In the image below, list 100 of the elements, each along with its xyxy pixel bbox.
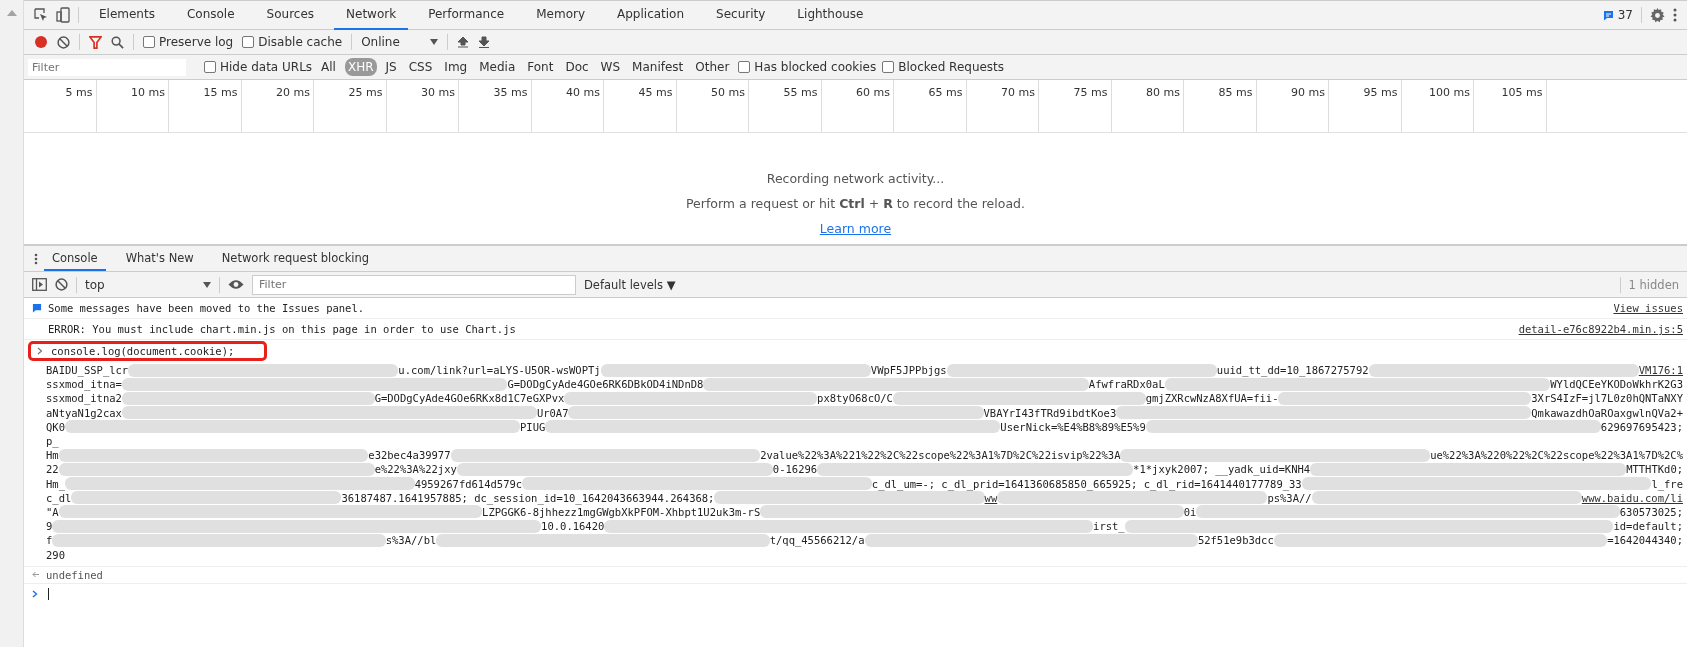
cookie-text: Hm_ bbox=[46, 477, 65, 490]
search-icon[interactable] bbox=[111, 35, 124, 49]
panel-tab[interactable]: Sources bbox=[254, 0, 327, 30]
panel-tab[interactable]: Console bbox=[174, 0, 247, 30]
settings-icon[interactable] bbox=[1650, 7, 1665, 23]
prompt-chevron-icon bbox=[32, 589, 38, 598]
cookie-text: aNtyaN1g2cax bbox=[46, 406, 122, 419]
cookie-text-link[interactable]: ww bbox=[984, 491, 998, 504]
cookie-text: QK0 bbox=[46, 420, 65, 433]
filter-field[interactable]: Filter bbox=[28, 58, 186, 76]
cookie-text: id=default; bbox=[1613, 520, 1683, 533]
checkbox[interactable] bbox=[882, 61, 895, 73]
learn-more-link[interactable]: Learn more bbox=[819, 221, 892, 236]
cookie-text: Ur0A7 bbox=[536, 406, 569, 419]
empty-state-title: Recording network activity... bbox=[766, 171, 945, 186]
more-options-icon[interactable] bbox=[1673, 8, 1677, 22]
more-options-icon[interactable] bbox=[34, 252, 38, 265]
timeline-tick-label: 30 ms bbox=[421, 86, 455, 99]
cookie-text: 22 bbox=[46, 463, 59, 476]
timeline-tick-label: 35 ms bbox=[493, 86, 528, 99]
drawer-tab[interactable]: What's New bbox=[117, 246, 202, 271]
cookie-text: UserNick=%E4%B8%89%E5%9 bbox=[1000, 420, 1146, 433]
timeline-tick-label: 85 ms bbox=[1218, 86, 1253, 99]
cookie-text: uuid_tt_dd=10_1867275792 bbox=[1216, 364, 1369, 377]
drawer-tab[interactable]: Network request blocking bbox=[213, 246, 378, 271]
panel-tab[interactable]: Elements bbox=[87, 0, 167, 30]
cookie-text: "A bbox=[46, 505, 59, 518]
sidebar-toggle-icon[interactable] bbox=[32, 278, 47, 291]
panel-tab[interactable]: Memory bbox=[524, 0, 597, 30]
panel-tab[interactable]: Performance bbox=[416, 0, 517, 30]
dropdown-caret-icon[interactable] bbox=[430, 39, 439, 45]
cookie-text: e32bec4a39977 bbox=[368, 449, 451, 462]
device-toolbar-icon[interactable] bbox=[56, 7, 70, 23]
record-icon[interactable] bbox=[34, 35, 48, 49]
cookie-text: 10.0.16420 bbox=[541, 520, 605, 533]
clear-icon[interactable] bbox=[55, 278, 68, 291]
cookie-text: f bbox=[46, 534, 53, 547]
context-dropdown[interactable]: top bbox=[85, 277, 195, 292]
checkbox[interactable] bbox=[204, 61, 216, 73]
timeline-tick-label: 10 ms bbox=[131, 86, 165, 99]
cookie-text: 2value%22%3A%221%22%2C%22scope%22%3A1%7D%2C%22isvip%22%3A bbox=[760, 449, 1121, 462]
cookie-text: ssxmod_itna2 bbox=[46, 392, 122, 405]
type-filter-button[interactable]: Doc bbox=[562, 58, 592, 76]
issues-count[interactable]: 37 bbox=[1617, 8, 1633, 22]
timeline-tick-label: 50 ms bbox=[711, 86, 745, 99]
panel-tab[interactable]: Security bbox=[704, 0, 778, 30]
cookie-text: Hm bbox=[46, 449, 59, 462]
cookie-text-link[interactable]: www.baidu.com/li bbox=[1581, 491, 1683, 504]
panel-tab[interactable]: Lighthouse bbox=[785, 0, 876, 30]
cookie-text: G=DODgCyAde4GOe6RKx8d1C7eGXPvx bbox=[374, 392, 565, 405]
cookie-text: gmjZXRcwNzA8XfUA=fii- bbox=[1145, 392, 1279, 405]
checkbox[interactable] bbox=[738, 61, 751, 73]
clear-icon[interactable] bbox=[57, 35, 70, 49]
source-link[interactable]: View issues bbox=[1613, 302, 1683, 314]
type-filter-button[interactable]: Manifest bbox=[629, 58, 687, 76]
checkbox[interactable] bbox=[242, 36, 255, 48]
upload-icon[interactable] bbox=[457, 36, 470, 48]
type-filter-button[interactable]: CSS bbox=[405, 58, 436, 76]
type-filter-button[interactable]: WS bbox=[597, 58, 624, 76]
cookie-text: 4959267fd614d579c bbox=[414, 477, 523, 490]
checkbox-label: Preserve log bbox=[159, 35, 234, 49]
cookie-text: ps%3A// bbox=[1267, 491, 1312, 504]
inspect-icon[interactable] bbox=[34, 8, 48, 22]
cookie-text: LZPGGK6-8jhhezz1mgGWgbXkPFOM-Xhbpt1U2uk3m-rS bbox=[482, 505, 761, 518]
type-filter-button[interactable]: All bbox=[318, 58, 339, 76]
panel-tab[interactable]: Application bbox=[605, 0, 697, 30]
type-filter-button[interactable]: Font bbox=[524, 58, 557, 76]
source-link[interactable]: VM176:1 bbox=[1638, 364, 1683, 377]
type-filter-button[interactable]: Other bbox=[692, 58, 733, 76]
dropdown-caret-icon[interactable] bbox=[203, 281, 211, 288]
source-link[interactable]: detail-e76c8922b4.min.js:5 bbox=[1518, 323, 1683, 335]
console-filter-field[interactable]: Filter bbox=[252, 274, 576, 295]
cookie-text: 3XrS4IzF=jl7L0z0hQNTaNXY bbox=[1531, 392, 1683, 405]
filter-icon[interactable] bbox=[89, 35, 102, 49]
timeline-tick-label: 80 ms bbox=[1146, 86, 1180, 99]
timeline-tick-label: 45 ms bbox=[638, 86, 673, 99]
console-command: console.log(document.cookie); bbox=[51, 345, 235, 357]
cookie-text: WYldQCEeYKODoWkhrK2G3 bbox=[1550, 378, 1683, 391]
timeline-tick-label: 60 ms bbox=[856, 86, 890, 99]
timeline-tick-label: 65 ms bbox=[928, 86, 963, 99]
levels-dropdown[interactable]: Default levels ▼ bbox=[584, 277, 676, 292]
timeline-tick-label: 25 ms bbox=[348, 86, 383, 99]
cookie-text: AfwfraRDx0aL bbox=[1088, 378, 1165, 391]
eye-icon[interactable] bbox=[228, 279, 244, 290]
result-value: undefined bbox=[46, 568, 103, 581]
cookie-text: 0-16296 bbox=[772, 463, 818, 476]
checkbox[interactable] bbox=[143, 36, 155, 48]
cookie-text: MTTHTKd0; bbox=[1626, 463, 1684, 476]
type-filter-button[interactable]: Img bbox=[441, 58, 471, 76]
text-cursor bbox=[48, 587, 49, 600]
cookie-text: VBAYrI43fTRd9ibdtKoe3 bbox=[983, 406, 1117, 419]
issues-icon bbox=[32, 303, 42, 313]
cookie-text: QmkawazdhOaROaxgwlnQVa2+ bbox=[1531, 406, 1683, 419]
throttling-dropdown[interactable]: Online bbox=[361, 35, 422, 49]
issues-icon bbox=[1602, 9, 1614, 21]
timeline-tick-label: 5 ms bbox=[65, 86, 93, 99]
type-filter-button[interactable]: Media bbox=[476, 58, 519, 76]
download-icon[interactable] bbox=[478, 36, 491, 48]
scrollbar[interactable] bbox=[0, 0, 24, 647]
type-filter-button[interactable]: JS bbox=[382, 58, 400, 76]
